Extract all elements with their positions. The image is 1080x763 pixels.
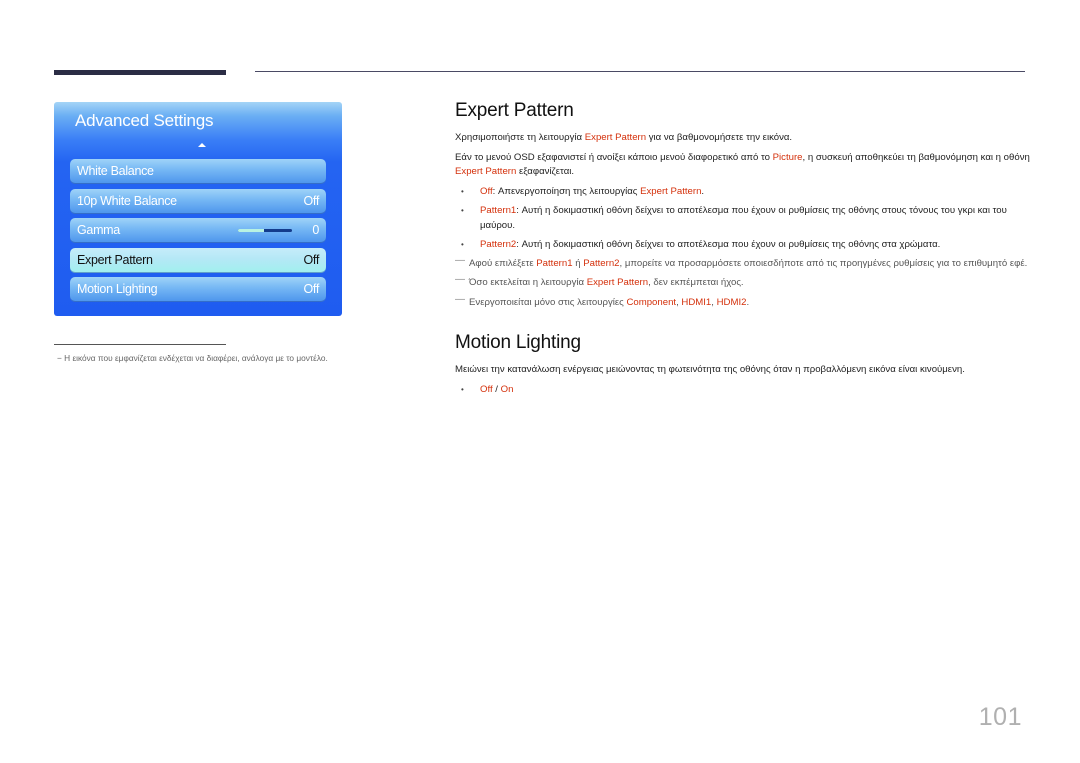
text: : Αυτή η δοκιμαστική οθόνη δείχνει το απ… [480, 205, 1007, 231]
section-heading-expert-pattern: Expert Pattern [455, 100, 574, 121]
osd-item-value: 0 [312, 223, 319, 237]
option-list: • Off: Απενεργοποίηση της λειτουργίας Exp… [455, 185, 1030, 253]
highlight-term: Expert Pattern [584, 132, 647, 143]
osd-item-label: White Balance [77, 164, 154, 178]
note-item: — Όσο εκτελείται η λειτουργία Expert Patt… [455, 274, 1030, 291]
osd-item-value: Off [303, 193, 319, 208]
option-list: • Off / On [455, 383, 1030, 398]
paragraph: Μειώνει την κατανάλωση ενέργειας μειώνον… [455, 364, 965, 375]
text: : Απενεργοποίηση της λειτουργίας [492, 185, 641, 197]
option-term: On [500, 383, 514, 395]
text: : Αυτή η δοκιμαστική οθόνη δείχνει το απ… [516, 239, 941, 250]
text: για να βαθμονομήσετε την εικόνα. [646, 132, 793, 143]
text: . [701, 185, 705, 197]
note-item: — Αφού επιλέξετε Pattern1 ή Pattern2, μπο… [455, 254, 1030, 272]
note-dash-icon: — [455, 274, 465, 285]
text: εξαφανίζεται. [516, 166, 575, 177]
note-dash-icon: — [455, 254, 465, 266]
gamma-slider[interactable] [238, 229, 292, 232]
figure-note-rule [54, 344, 226, 345]
scroll-up-arrow-icon[interactable] [198, 143, 206, 147]
text: , η συσκευή αποθηκεύει τη βαθμονόμηση κα… [802, 151, 1030, 163]
osd-item-label: Gamma [77, 223, 120, 237]
highlight-term: Pattern2 [583, 257, 620, 269]
header-rule-thin [255, 71, 1025, 72]
osd-item-label: Expert Pattern [77, 252, 153, 267]
osd-item-10p-white-balance[interactable]: 10p White Balance Off [70, 188, 326, 214]
section-heading-motion-lighting: Motion Lighting [455, 332, 581, 353]
list-item: • Off / On [455, 383, 1030, 398]
highlight-term: Pattern1 [536, 257, 573, 269]
osd-title: Advanced Settings [75, 111, 214, 130]
option-term: Pattern2 [480, 239, 517, 250]
page-number: 101 [978, 703, 1022, 731]
text: Χρησιμοποιήστε τη λειτουργία [455, 132, 585, 143]
osd-menu-list: White Balance 10p White Balance Off Gamm… [70, 159, 326, 307]
main-content: Expert Pattern Χρησιμοποιήστε τη λειτουρ… [455, 100, 1030, 397]
osd-item-value: Off [303, 282, 319, 296]
list-item: • Pattern1: Αυτή η δοκιμαστική οθόνη δείχ… [455, 204, 1030, 233]
text: ή [572, 257, 584, 269]
highlight-term: Expert Pattern [586, 277, 649, 288]
list-item: • Off: Απενεργοποίηση της λειτουργίας Exp… [455, 185, 1030, 200]
list-item: • Pattern2: Αυτή η δοκιμαστική οθόνη δείχ… [455, 238, 1030, 253]
osd-item-value: Off [303, 252, 319, 267]
text: Ενεργοποιείται μόνο στις λειτουργίες [469, 296, 627, 308]
bullet-icon: • [461, 206, 464, 215]
osd-item-motion-lighting[interactable]: Motion Lighting Off [70, 277, 326, 302]
notes-list: — Αφού επιλέξετε Pattern1 ή Pattern2, μπο… [455, 254, 1030, 311]
option-term: Pattern1 [480, 205, 517, 216]
gamma-slider-fill [238, 229, 264, 232]
bullet-icon: • [461, 186, 464, 196]
highlight-term: Picture [772, 151, 803, 163]
text: Όσο εκτελείται η λειτουργία [469, 277, 587, 288]
text: Αφού επιλέξετε [469, 257, 537, 269]
osd-item-label: 10p White Balance [77, 193, 177, 208]
osd-item-expert-pattern[interactable]: Expert Pattern Off [70, 247, 326, 273]
paragraph: Εάν το μενού OSD εξαφανιστεί ή ανοίξει κ… [455, 151, 1030, 180]
note-item: — Ενεργοποιείται μόνο στις λειτουργίες Co… [455, 293, 1030, 311]
osd-item-white-balance[interactable]: White Balance [70, 159, 326, 184]
text: Εάν το μενού OSD εξαφανιστεί ή ανοίξει κ… [455, 151, 773, 163]
highlight-term: Expert Pattern [455, 166, 517, 177]
bullet-icon: • [461, 240, 464, 249]
figure-note: − Η εικόνα που εμφανίζεται ενδέχεται να … [57, 353, 328, 363]
highlight-term: Component [626, 296, 677, 308]
header-rule-thick [54, 70, 226, 75]
highlight-term: Expert Pattern [640, 185, 702, 197]
separator: / [492, 383, 501, 395]
text: . [746, 296, 750, 308]
bullet-icon: • [461, 384, 464, 394]
note-dash-icon: — [455, 293, 465, 305]
osd-item-label: Motion Lighting [77, 282, 158, 296]
option-term: Off [480, 185, 493, 197]
highlight-term: HDMI1 [681, 296, 712, 308]
paragraph: Χρησιμοποιήστε τη λειτουργία Expert Patt… [455, 131, 1030, 146]
highlight-term: HDMI2 [716, 296, 747, 308]
text: , δεν εκπέμπεται ήχος. [648, 277, 744, 288]
text: , μπορείτε να προσαρμόσετε οποιεσδήποτε … [619, 257, 1028, 269]
osd-advanced-settings-panel: Advanced Settings White Balance 10p Whit… [54, 102, 342, 316]
option-term: Off [480, 383, 493, 395]
osd-item-gamma[interactable]: Gamma 0 [70, 218, 326, 243]
